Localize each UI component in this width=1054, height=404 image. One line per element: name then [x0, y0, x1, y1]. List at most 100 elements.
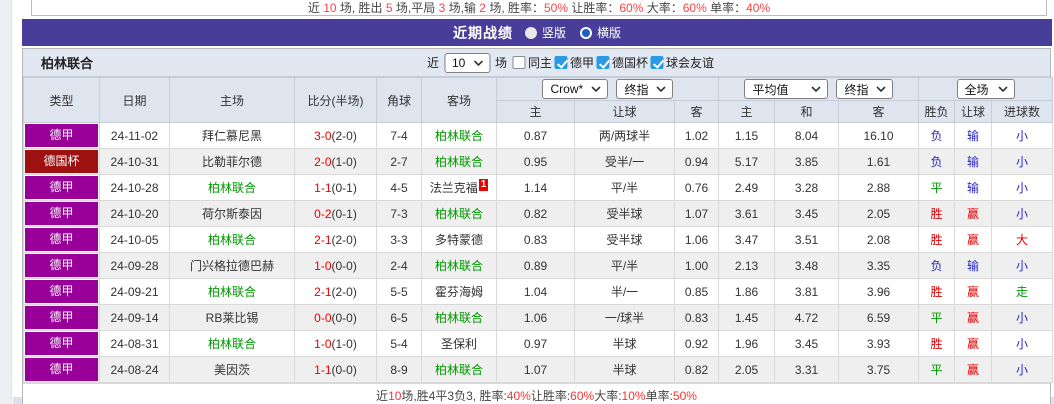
cell-corners: 7-3: [376, 200, 422, 227]
cell-corners: 7-4: [376, 122, 422, 149]
summary-value: 60%: [570, 388, 595, 403]
cell-home-team[interactable]: 柏林联合: [169, 174, 295, 201]
checkbox-label: 德甲: [570, 56, 595, 70]
cell-league-badge[interactable]: 德甲: [23, 200, 100, 227]
cell-home-team[interactable]: 柏林联合: [169, 330, 295, 357]
cell-date: 24-09-21: [99, 278, 170, 305]
cell-result-goals: 小: [990, 252, 1054, 279]
summary-label: 大率:: [594, 389, 622, 403]
cell-home-team[interactable]: 拜仁慕尼黑: [169, 122, 295, 149]
bookmaker-select[interactable]: Crow*: [542, 79, 609, 99]
cell-result-handicap: 赢: [954, 356, 992, 383]
summary-value: 40%: [746, 1, 771, 15]
cell-result-outcome: 胜: [918, 200, 955, 227]
summary-label: 场, 胜率：: [485, 1, 544, 15]
cell-league-badge[interactable]: 德甲: [23, 304, 100, 331]
cell-home-team[interactable]: 荷尔斯泰因: [169, 200, 295, 227]
cell-home-team[interactable]: 门兴格拉德巴赫: [169, 252, 295, 279]
cell-date: 24-10-20: [99, 200, 170, 227]
cell-corners: 5-5: [376, 278, 422, 305]
summary-label: 单率:: [645, 389, 673, 403]
filter-controls: 近 10 场 同主 德甲 德国杯 球会友谊: [426, 52, 714, 73]
filter-checkbox-同主[interactable]: 同主: [511, 54, 552, 71]
radio-icon[interactable]: [580, 26, 592, 39]
cell-score: 1-1(0-1): [294, 174, 377, 201]
cell-away-team[interactable]: 法兰克福 1: [421, 174, 497, 201]
checkbox-icon[interactable]: [554, 56, 567, 69]
cell-league-badge[interactable]: 德国杯: [23, 148, 100, 175]
cell-away-team[interactable]: 柏林联合: [421, 200, 497, 227]
summary-label: 场,胜4平3负3, 胜率:: [401, 389, 507, 403]
cell-corners: 2-4: [376, 252, 422, 279]
cell-away-team[interactable]: 霍芬海姆: [421, 278, 497, 305]
filter-checkbox-球会友谊[interactable]: 球会友谊: [650, 54, 714, 71]
cell-home-team[interactable]: RB莱比锡: [169, 304, 295, 331]
cell-avg-draw: 3.51: [774, 226, 839, 253]
filter-checkbox-德甲[interactable]: 德甲: [554, 54, 594, 71]
cell-odds-away: 0.82: [674, 356, 719, 383]
cell-league-badge[interactable]: 德甲: [23, 330, 100, 357]
table-row: 德甲 24-11-02 拜仁慕尼黑 3-0(2-0) 7-4 柏林联合 0.87 两/两球半 1…: [23, 122, 1054, 149]
cell-league-badge[interactable]: 德甲: [23, 252, 100, 279]
cell-handicap: 受半/一: [574, 148, 675, 175]
cell-league-badge[interactable]: 德甲: [23, 226, 100, 253]
match-count-select[interactable]: 10: [443, 52, 490, 73]
cell-odds-home: 0.82: [496, 200, 575, 227]
cell-home-team[interactable]: 柏林联合: [169, 226, 295, 253]
summary-value: 60%: [682, 1, 707, 15]
col-header-home: 主场: [169, 77, 295, 123]
final-index-select-2[interactable]: 终指: [836, 79, 893, 99]
cell-corners: 6-5: [376, 304, 422, 331]
checkbox-icon[interactable]: [650, 56, 664, 69]
cell-odds-home: 0.97: [496, 330, 575, 357]
final-index-select-1[interactable]: 终指: [616, 79, 673, 99]
filter-checkbox-德国杯[interactable]: 德国杯: [596, 54, 648, 71]
cell-home-team[interactable]: 美因茨: [169, 356, 295, 383]
filter-prefix-label: 近: [426, 56, 439, 70]
summary-value: 5: [385, 1, 393, 15]
full-match-select[interactable]: 全场: [956, 79, 1015, 99]
layout-radio-horizontal[interactable]: 横版: [580, 24, 621, 41]
layout-radio-vertical[interactable]: 竖版: [524, 24, 566, 41]
table-row: 德国杯 24-10-31 比勒菲尔德 2-0(1-0) 2-7 柏林联合 0.95 受半/一 0…: [23, 148, 1054, 175]
cell-avg-draw: 3.28: [774, 174, 839, 201]
checkbox-icon[interactable]: [511, 56, 525, 69]
cell-avg-draw: 3.31: [774, 356, 839, 383]
cell-away-team[interactable]: 柏林联合: [421, 356, 497, 383]
summary-label: 场,输: [445, 1, 480, 15]
sub-header-home-odds: 主: [496, 100, 575, 123]
cell-avg-home: 2.13: [718, 252, 775, 279]
cell-avg-away: 3.96: [838, 278, 919, 305]
cell-score: 2-1(2-0): [294, 278, 377, 305]
radio-icon[interactable]: [524, 26, 537, 39]
cell-away-team[interactable]: 柏林联合: [421, 304, 497, 331]
cell-league-badge[interactable]: 德甲: [23, 122, 100, 149]
cell-league-badge[interactable]: 德甲: [23, 278, 100, 305]
cell-result-goals: 小: [990, 148, 1054, 175]
cell-away-team[interactable]: 柏林联合: [421, 122, 497, 149]
cell-result-goals: 走: [990, 278, 1054, 305]
layout-radio-group: 竖版 横版: [524, 24, 621, 41]
cell-score: 1-0(1-0): [294, 330, 377, 357]
cell-league-badge[interactable]: 德甲: [23, 174, 100, 201]
summary-value: 10: [323, 1, 337, 15]
average-select[interactable]: 平均值: [744, 79, 829, 99]
summary-value: 60%: [619, 1, 644, 15]
summary-label: 场,平局: [392, 1, 439, 15]
checkbox-label: 球会友谊: [666, 56, 715, 70]
cell-result-outcome: 平: [918, 356, 955, 383]
cell-avg-away: 3.35: [838, 252, 919, 279]
cell-home-team[interactable]: 柏林联合: [169, 278, 295, 305]
cell-avg-away: 6.59: [838, 304, 919, 331]
cell-league-badge[interactable]: 德甲: [23, 356, 100, 383]
cell-away-team[interactable]: 柏林联合: [421, 148, 497, 175]
cell-home-team[interactable]: 比勒菲尔德: [169, 148, 295, 175]
summary-value: 50%: [672, 388, 697, 403]
cell-result-outcome: 负: [918, 148, 955, 175]
cell-away-team[interactable]: 圣保利: [421, 330, 497, 357]
checkbox-icon[interactable]: [596, 56, 610, 69]
cell-away-team[interactable]: 柏林联合: [421, 252, 497, 279]
cell-away-team[interactable]: 多特蒙德: [421, 226, 497, 253]
league-checkbox-list: 同主 德甲 德国杯 球会友谊: [511, 54, 714, 71]
cell-odds-away: 1.00: [674, 252, 719, 279]
